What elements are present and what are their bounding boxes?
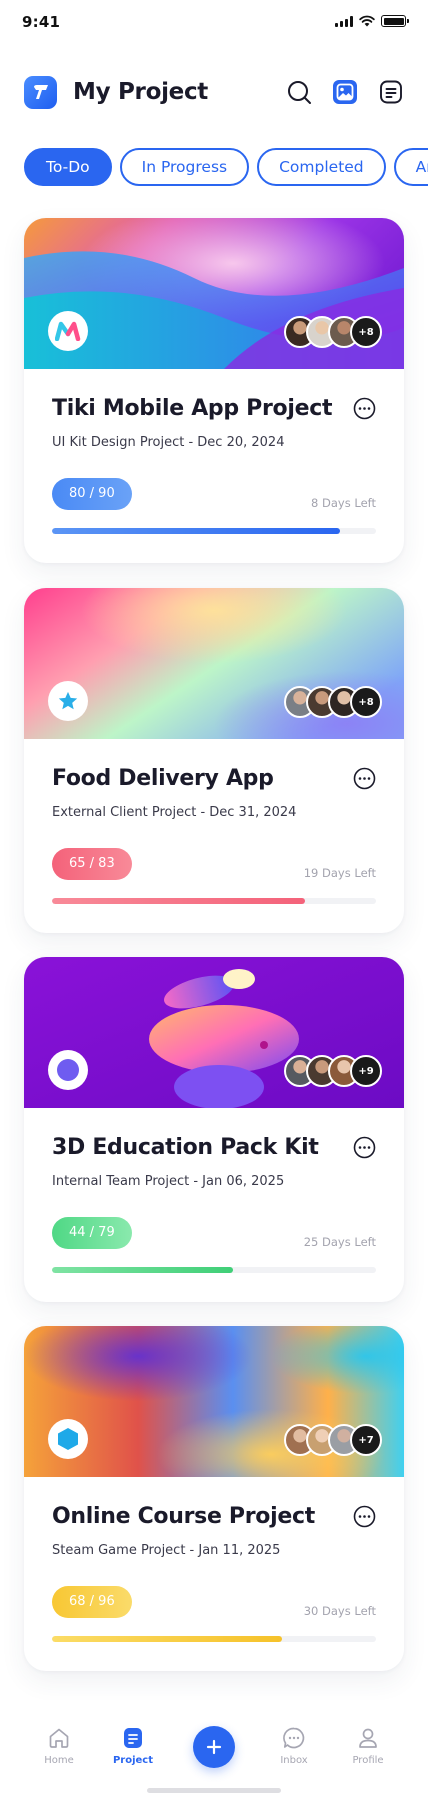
days-left: 8 Days Left: [311, 496, 376, 510]
app-logo-icon: [33, 85, 48, 99]
tab-completed[interactable]: Completed: [257, 148, 386, 186]
more-members-badge: +8: [350, 316, 382, 348]
m-logo-icon: [55, 321, 81, 341]
gallery-button[interactable]: [332, 79, 358, 105]
progress-badge: 65 / 83: [52, 848, 132, 880]
header: My Project: [24, 74, 404, 110]
image-icon: [333, 80, 357, 104]
progress-bar: [52, 898, 376, 904]
progress-fill: [52, 1267, 234, 1273]
project-card[interactable]: +8 Tiki Mobile App Project UI Kit Design…: [24, 218, 404, 563]
circle-icon: [57, 1059, 79, 1081]
chat-icon: [283, 1727, 305, 1749]
project-logo: [48, 1419, 88, 1459]
progress-bar: [52, 1636, 376, 1642]
nav-inbox[interactable]: Inbox: [264, 1726, 324, 1766]
star-icon: [58, 691, 78, 710]
project-logo: [48, 681, 88, 721]
project-title: Food Delivery App: [52, 766, 274, 791]
bottom-nav: Home Project Inbox Profile: [0, 1700, 428, 1800]
header-actions: [286, 79, 404, 105]
project-subtitle: UI Kit Design Project - Dec 20, 2024: [52, 435, 285, 450]
progress-badge: 68 / 96: [52, 1586, 132, 1618]
nav-label: Project: [112, 1755, 154, 1766]
team-avatars[interactable]: +9: [284, 1055, 382, 1087]
more-members-badge: +7: [350, 1424, 382, 1456]
page-title: My Project: [73, 79, 209, 105]
wifi-icon: [359, 15, 375, 27]
project-title: 3D Education Pack Kit: [52, 1135, 319, 1160]
more-options-icon[interactable]: [353, 1505, 376, 1528]
more-options-icon[interactable]: [353, 1136, 376, 1159]
document-icon: [124, 1728, 142, 1748]
progress-fill: [52, 528, 341, 534]
project-subtitle: External Client Project - Dec 31, 2024: [52, 805, 297, 820]
project-logo: [48, 1050, 88, 1090]
project-card[interactable]: +9 3D Education Pack Kit Internal Team P…: [24, 957, 404, 1302]
days-left: 19 Days Left: [303, 866, 376, 880]
status-time: 9:41: [22, 13, 61, 31]
more-members-badge: +8: [350, 686, 382, 718]
nav-profile[interactable]: Profile: [338, 1726, 398, 1766]
project-card[interactable]: +8 Food Delivery App External Client Pro…: [24, 588, 404, 933]
project-subtitle: Internal Team Project - Jan 06, 2025: [52, 1174, 285, 1189]
team-avatars[interactable]: +8: [284, 316, 382, 348]
status-icons: [335, 15, 409, 27]
progress-fill: [52, 898, 305, 904]
filter-tabs: To-DoIn ProgressCompletedArchived: [24, 148, 428, 186]
tab-in-progress[interactable]: In Progress: [119, 148, 250, 186]
battery-icon: [381, 15, 409, 27]
project-subtitle: Steam Game Project - Jan 11, 2025: [52, 1543, 281, 1558]
more-members-badge: +9: [350, 1055, 382, 1087]
add-project-button[interactable]: [193, 1726, 235, 1768]
status-bar: 9:41: [0, 0, 428, 44]
plus-icon: [206, 1739, 222, 1755]
home-indicator: [147, 1788, 281, 1793]
tab-to-do[interactable]: To-Do: [24, 148, 112, 186]
nav-home[interactable]: Home: [29, 1726, 89, 1766]
team-avatars[interactable]: +7: [284, 1424, 382, 1456]
search-button[interactable]: [286, 79, 312, 105]
progress-badge: 44 / 79: [52, 1217, 132, 1249]
signal-icon: [335, 15, 353, 27]
user-icon: [359, 1728, 377, 1748]
app-logo: [24, 75, 57, 109]
tab-archived[interactable]: Archived: [393, 148, 428, 186]
hexagon-icon: [58, 1428, 78, 1450]
team-avatars[interactable]: +8: [284, 686, 382, 718]
project-title: Online Course Project: [52, 1504, 315, 1529]
project-logo: [48, 311, 88, 351]
notes-icon: [380, 80, 402, 104]
notes-button[interactable]: [378, 79, 404, 105]
more-options-icon[interactable]: [353, 767, 376, 790]
days-left: 25 Days Left: [303, 1235, 376, 1249]
days-left: 30 Days Left: [303, 1604, 376, 1618]
nav-label: Home: [44, 1755, 74, 1766]
progress-badge: 80 / 90: [52, 478, 132, 510]
nav-project[interactable]: Project: [103, 1726, 163, 1766]
more-options-icon[interactable]: [353, 397, 376, 420]
search-icon: [287, 80, 311, 104]
home-icon: [49, 1728, 69, 1748]
progress-bar: [52, 528, 376, 534]
nav-label: Profile: [352, 1755, 384, 1766]
progress-bar: [52, 1267, 376, 1273]
project-title: Tiki Mobile App Project: [52, 396, 333, 421]
nav-label: Inbox: [280, 1755, 308, 1766]
progress-fill: [52, 1636, 283, 1642]
project-card[interactable]: +7 Online Course Project Steam Game Proj…: [24, 1326, 404, 1671]
